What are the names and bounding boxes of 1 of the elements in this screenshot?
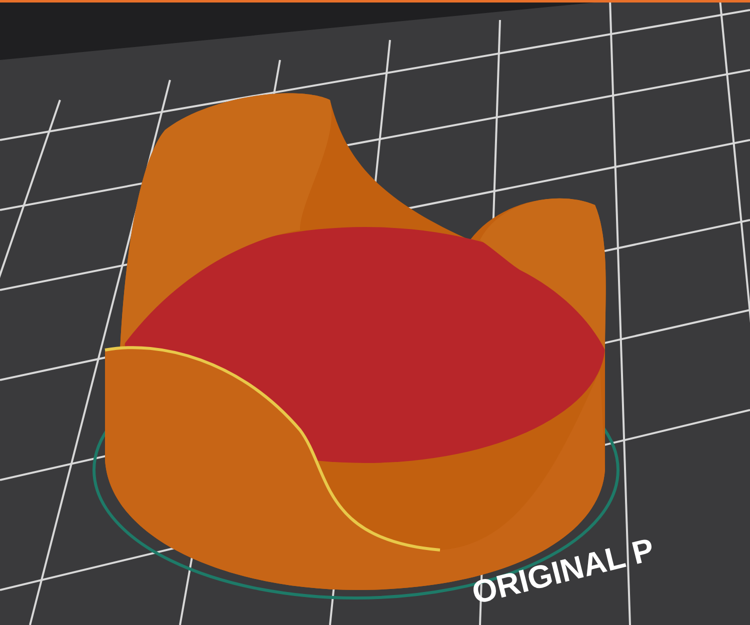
- bed-label-text: ORIGINAL P: [468, 532, 658, 610]
